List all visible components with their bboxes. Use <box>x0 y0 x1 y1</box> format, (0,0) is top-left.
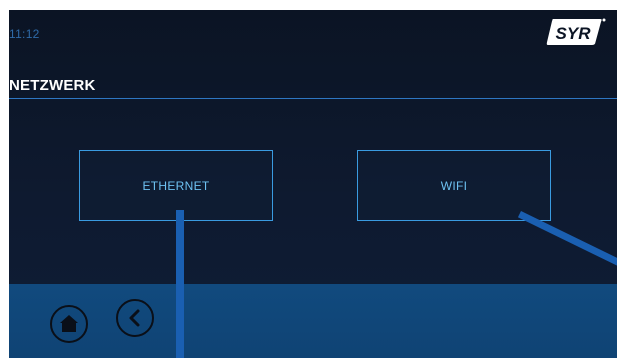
chevron-left-icon <box>129 309 140 327</box>
back-button[interactable] <box>116 299 154 337</box>
title-divider <box>9 98 617 99</box>
home-button[interactable] <box>50 305 88 343</box>
annotation-pointer-ethernet <box>176 210 184 358</box>
status-time: 11:12 <box>9 27 40 41</box>
page-title: NETZWERK <box>9 77 96 94</box>
bottom-nav-bar <box>9 284 617 358</box>
ethernet-button-label: ETHERNET <box>142 178 210 193</box>
svg-text:SYR: SYR <box>556 24 592 43</box>
wifi-button-label: WIFI <box>440 178 468 193</box>
wifi-button[interactable]: WIFI <box>357 150 551 221</box>
home-icon <box>60 315 78 332</box>
syr-logo: SYR <box>544 17 606 47</box>
